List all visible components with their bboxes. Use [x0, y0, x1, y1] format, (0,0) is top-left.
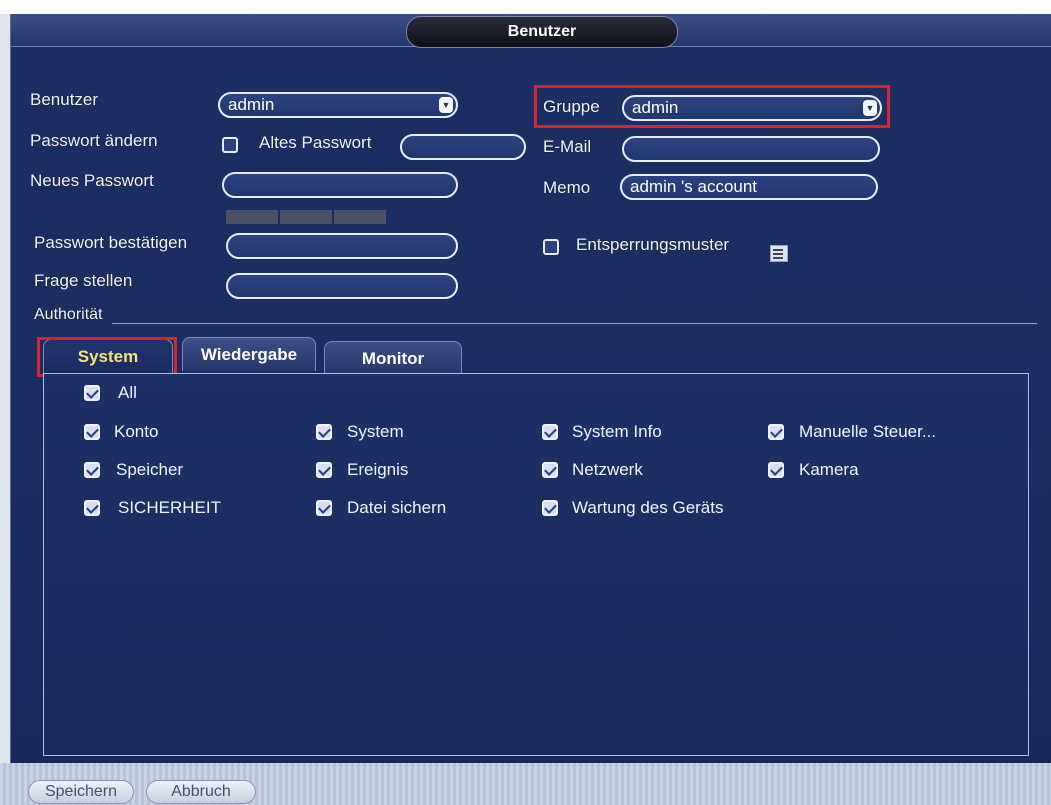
pattern-settings-icon[interactable]	[770, 245, 788, 262]
user-select-value: admin	[228, 95, 275, 114]
save-button[interactable]: Speichern	[28, 780, 134, 804]
group-select[interactable]: admin ▼	[622, 95, 882, 121]
permission-label: Netzwerk	[572, 460, 643, 479]
permission-label: Datei sichern	[347, 498, 447, 517]
memo-value: admin 's account	[630, 177, 758, 196]
permission-label: SICHERHEIT	[118, 498, 221, 517]
confirm-password-input[interactable]	[226, 233, 458, 259]
old-password-input[interactable]	[400, 134, 526, 160]
question-input[interactable]	[226, 273, 458, 299]
new-password-input[interactable]	[222, 172, 458, 198]
user-select[interactable]: admin ▼	[218, 92, 458, 118]
permission-label: Manuelle Steuer...	[799, 422, 937, 441]
permission-checkbox-manual-control[interactable]	[768, 424, 784, 440]
memo-label: Memo	[543, 178, 591, 197]
cancel-button[interactable]: Abbruch	[146, 780, 256, 804]
all-label: All	[118, 383, 137, 402]
permission-checkbox-wartung[interactable]	[542, 500, 558, 516]
memo-input[interactable]: admin 's account	[620, 174, 878, 200]
chevron-down-icon[interactable]: ▼	[439, 97, 453, 113]
tab-monitor[interactable]: Monitor	[324, 341, 462, 375]
authority-divider	[112, 323, 1037, 324]
unlock-pattern-label: Entsperrungsmuster	[576, 235, 730, 254]
permission-checkbox-system[interactable]	[316, 424, 332, 440]
permission-checkbox-netzwerk[interactable]	[542, 462, 558, 478]
group-select-value: admin	[632, 98, 679, 117]
tab-wiedergabe[interactable]: Wiedergabe	[182, 337, 316, 371]
group-label: Gruppe	[543, 97, 600, 116]
permission-label: System Info	[572, 422, 662, 441]
permission-checkbox-konto[interactable]	[84, 424, 100, 440]
authority-label: Authorität	[34, 306, 103, 323]
password-strength-segment	[226, 210, 278, 224]
top-strip	[0, 0, 1051, 14]
permission-checkbox-kamera[interactable]	[768, 462, 784, 478]
unlock-pattern-checkbox[interactable]	[543, 239, 559, 255]
confirm-password-label: Passwort bestätigen	[34, 233, 188, 252]
permission-checkbox-ereignis[interactable]	[316, 462, 332, 478]
permission-label: Ereignis	[347, 460, 409, 479]
new-password-label: Neues Passwort	[30, 171, 154, 190]
password-strength-segment	[334, 210, 386, 224]
system-tab-highlight	[37, 337, 177, 377]
permission-label: System	[347, 422, 404, 441]
permission-label: Konto	[114, 422, 159, 441]
email-input[interactable]	[622, 136, 880, 162]
old-password-label: Altes Passwort	[259, 133, 372, 152]
old-password-checkbox[interactable]	[222, 137, 238, 153]
permission-label: Wartung des Geräts	[572, 498, 724, 517]
question-label: Frage stellen	[34, 271, 133, 290]
permission-label: Kamera	[799, 460, 859, 479]
permission-checkbox-speicher[interactable]	[84, 462, 100, 478]
all-checkbox[interactable]	[84, 385, 100, 401]
permission-label: Speicher	[116, 460, 184, 479]
password-strength-segment	[280, 210, 332, 224]
permission-checkbox-sicherheit[interactable]	[84, 500, 100, 516]
permission-checkbox-datei-sichern[interactable]	[316, 500, 332, 516]
chevron-down-icon[interactable]: ▼	[863, 100, 877, 116]
title-bar: Benutzer	[11, 14, 1051, 48]
change-password-label: Passwort ändern	[30, 131, 158, 150]
dialog-title: Benutzer	[406, 16, 678, 48]
email-label: E-Mail	[543, 137, 592, 156]
user-label: Benutzer	[30, 90, 99, 109]
permission-checkbox-system-info[interactable]	[542, 424, 558, 440]
